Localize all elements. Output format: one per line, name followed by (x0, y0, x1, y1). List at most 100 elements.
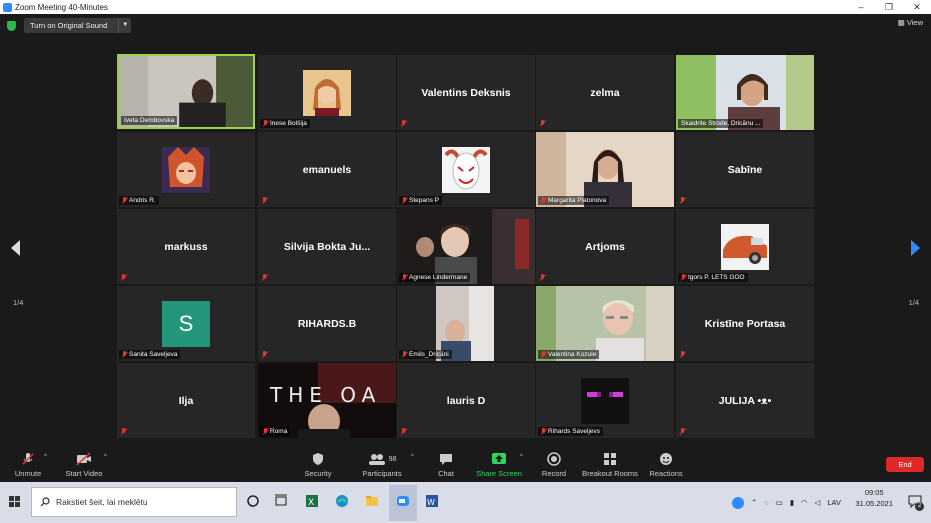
participant-name: JULIJA •ᴥ• (718, 394, 772, 407)
participant-tile[interactable]: Silvija Bokta Ju... (258, 209, 396, 284)
edge-browser-icon[interactable] (335, 494, 349, 508)
profile-avatar (581, 377, 629, 424)
help-icon[interactable] (732, 496, 744, 509)
participant-tile[interactable]: Ilja (117, 363, 255, 438)
participant-name: Valentina Kozule (548, 351, 597, 358)
original-sound-button[interactable]: Turn on Original Sound ▼ (24, 18, 132, 33)
muted-mic-icon (121, 274, 126, 281)
participant-tile[interactable]: emanuels (258, 132, 396, 207)
participant-tile[interactable]: JULIJA •ᴥ• (676, 363, 814, 438)
participant-tile[interactable]: markuss (117, 209, 255, 284)
language-indicator[interactable]: LAV (827, 498, 841, 507)
chevron-down-icon[interactable]: ▼ (118, 18, 131, 33)
reactions-label: Reactions (649, 469, 683, 478)
chat-button[interactable]: Chat (416, 452, 476, 478)
reactions-button[interactable]: Reactions (636, 452, 696, 478)
muted-mic-icon (262, 274, 267, 281)
microphone-icon[interactable]: ▮ (790, 498, 794, 507)
participant-tile[interactable]: Stepans P (397, 132, 535, 207)
participant-name-label: Iveta Dembovska (121, 116, 178, 125)
unmute-button[interactable]: Unmute (0, 452, 58, 478)
word-icon[interactable]: W (425, 494, 439, 508)
participant-name: zelma (590, 86, 620, 99)
participant-tile[interactable]: Inese Bolšija (258, 55, 396, 130)
close-button[interactable]: ✕ (903, 0, 931, 14)
participant-tile[interactable]: lauris D (397, 363, 535, 438)
taskbar-search-input[interactable]: Rakstiet šeit, lai meklētu (31, 487, 237, 517)
muted-mic-icon (681, 274, 686, 281)
muted-mic-icon (263, 120, 268, 127)
network-icon[interactable]: ◌ (764, 498, 768, 507)
notifications-icon[interactable]: 2 (908, 494, 924, 511)
muted-mic-icon (402, 197, 407, 204)
participant-name: Andris R. (129, 197, 156, 204)
minimize-button[interactable]: – (847, 0, 875, 14)
share-options-caret-icon[interactable]: ^ (520, 454, 523, 460)
muted-mic-icon (402, 351, 407, 358)
taskbar-clock[interactable]: 09:05 31.05.2021 (855, 487, 893, 509)
participant-tile[interactable]: Skaidrite Strode, Dricānu ... (676, 55, 814, 130)
shield-icon[interactable] (7, 21, 16, 31)
participant-tile[interactable]: Kristīne Portasa (676, 286, 814, 361)
participant-tile[interactable]: Agnese Lindermane (397, 209, 535, 284)
muted-mic-icon (262, 351, 267, 358)
participant-tile[interactable]: S Sanita Saveljeva (117, 286, 255, 361)
people-icon: 98 (352, 452, 412, 466)
participant-tile[interactable]: Iveta Dembovska (117, 54, 255, 129)
volume-icon[interactable]: ◁ (815, 498, 821, 507)
grid-icon: ▦ (897, 18, 905, 27)
next-page-arrow-icon[interactable] (909, 240, 921, 256)
battery-icon[interactable]: ▭ (776, 498, 783, 507)
breakout-rooms-label: Breakout Rooms (582, 469, 638, 478)
profile-avatar (442, 146, 490, 193)
system-tray: ⌃ ◌ ▭ ▮ ◠ ◁ LAV (732, 482, 841, 523)
task-view-icon[interactable] (274, 494, 288, 508)
video-options-caret-icon[interactable]: ^ (104, 454, 107, 460)
view-label: View (906, 18, 923, 27)
participants-button[interactable]: 98 Participants (352, 452, 412, 478)
record-label: Record (541, 469, 567, 478)
windows-start-icon[interactable] (9, 496, 20, 507)
participant-name-label: Emils_Dricāni (399, 350, 452, 359)
zoom-app-icon[interactable] (396, 494, 410, 508)
participant-tile[interactable]: Valentina Kozule (536, 286, 674, 361)
security-button[interactable]: Security (288, 452, 348, 478)
wifi-icon[interactable]: ◠ (801, 498, 808, 507)
previous-page-arrow-icon[interactable] (10, 240, 22, 256)
participant-tile[interactable]: Sabīne (676, 132, 814, 207)
maximize-button[interactable]: ❐ (875, 0, 903, 14)
view-button[interactable]: ▦ View (898, 18, 923, 27)
chevron-up-icon[interactable]: ⌃ (751, 498, 757, 507)
participant-tile[interactable]: Margarita Platonova (536, 132, 674, 207)
record-button[interactable]: Record (524, 452, 584, 478)
participant-name: RIHARDS.B (297, 317, 357, 330)
muted-mic-icon (402, 274, 407, 281)
participant-tile[interactable]: RIHARDS.B (258, 286, 396, 361)
excel-icon[interactable]: X (305, 494, 319, 508)
participants-options-caret-icon[interactable]: ^ (411, 454, 414, 460)
participant-tile[interactable]: Valentins Deksnis (397, 55, 535, 130)
participant-name: Artjoms (585, 240, 625, 253)
end-meeting-button[interactable]: End (886, 457, 924, 472)
participant-tile[interactable]: Igors P. LETS GOO (676, 209, 814, 284)
letter-avatar: S (162, 300, 210, 347)
windows-taskbar: Rakstiet šeit, lai meklētu X W ⌃ ◌ ▭ ▮ ◠… (0, 482, 931, 523)
participant-tile[interactable]: Artjoms (536, 209, 674, 284)
file-explorer-icon[interactable] (365, 494, 379, 508)
notification-count: 2 (915, 502, 924, 511)
muted-mic-icon (540, 120, 545, 127)
participant-tile[interactable]: Emils_Dricāni (397, 286, 535, 361)
participant-tile[interactable]: zelma (536, 55, 674, 130)
share-screen-label: Share Screen (476, 469, 522, 478)
breakout-rooms-button[interactable]: Breakout Rooms (578, 452, 642, 478)
participant-tile[interactable]: Andris R. (117, 132, 255, 207)
audio-options-caret-icon[interactable]: ^ (44, 454, 47, 460)
chat-label: Chat (438, 469, 454, 478)
participant-name-label: Skaidrite Strode, Dricānu ... (678, 119, 764, 128)
participant-name: Agnese Lindermane (409, 274, 468, 281)
page-indicator-left: 1/4 (13, 298, 24, 307)
cortana-icon[interactable] (246, 494, 260, 508)
participant-tile[interactable]: THE OA Roma (258, 363, 396, 438)
participant-tile[interactable]: Rihards Saveljevs (536, 363, 674, 438)
gallery-view: 1/4 1/4 Iveta Dembovska Inese Bolšija Va… (0, 36, 931, 446)
